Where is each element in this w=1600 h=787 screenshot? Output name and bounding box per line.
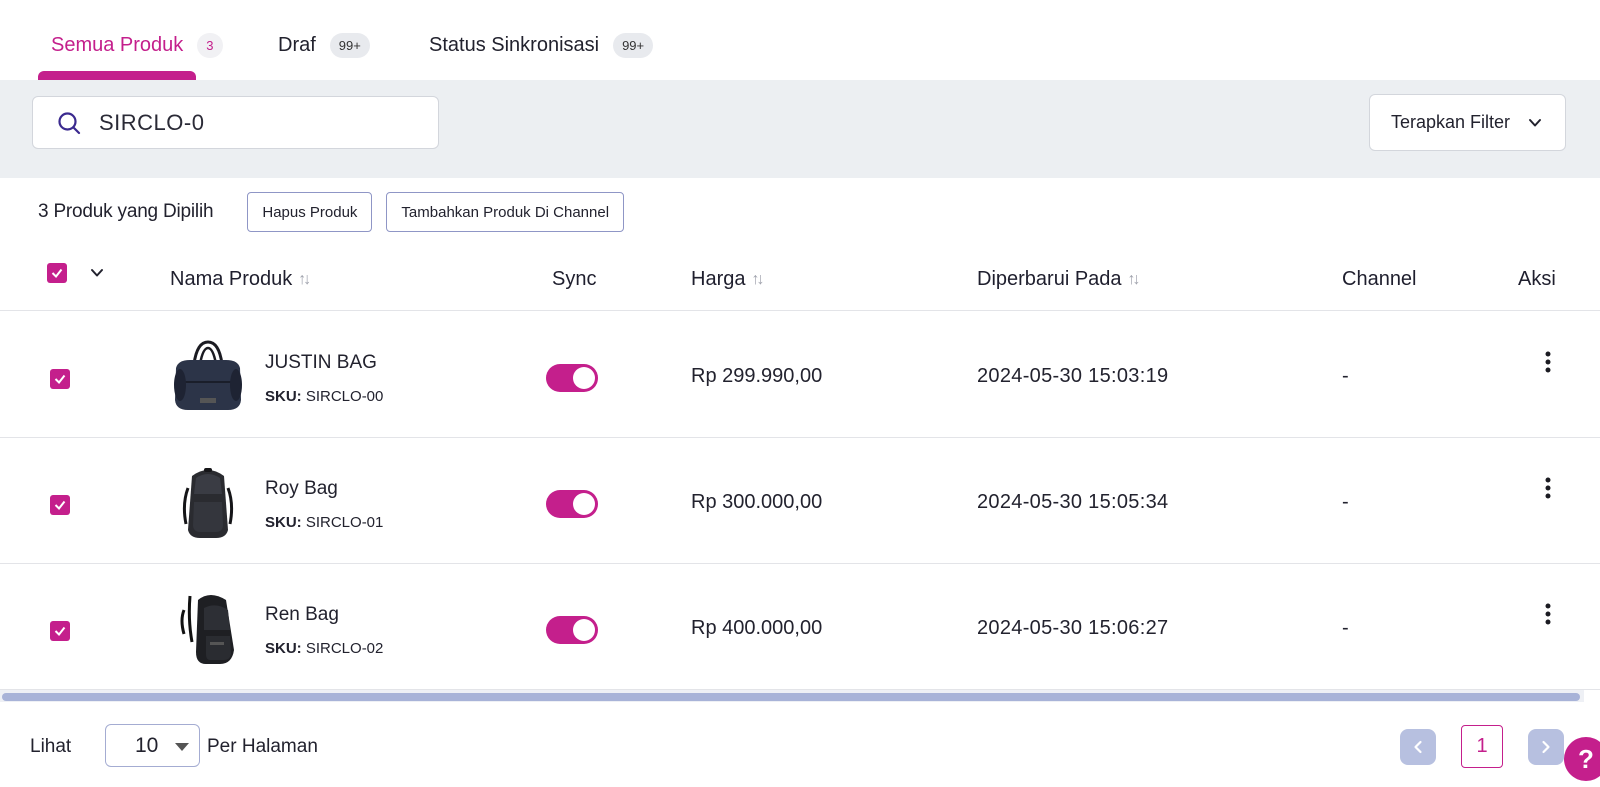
row-checkbox[interactable] bbox=[50, 369, 70, 389]
view-label: Lihat bbox=[30, 736, 72, 757]
chevron-right-icon bbox=[1542, 740, 1550, 754]
backpack-thumbnail bbox=[182, 468, 234, 538]
sync-toggle[interactable] bbox=[546, 490, 598, 518]
selected-count: 3 Produk yang Dipilih bbox=[38, 201, 214, 222]
table-row: Ren Bag SKU: SIRCLO-02 Rp 400.000,00 202… bbox=[0, 564, 1600, 690]
sort-icon[interactable]: ↑↓ bbox=[751, 271, 764, 289]
pagination-footer: Lihat 10 Per Halaman 1 bbox=[0, 702, 1600, 787]
tab-count-badge: 99+ bbox=[613, 32, 654, 58]
check-icon bbox=[54, 374, 66, 385]
column-label: Harga bbox=[691, 268, 746, 290]
sku-value: SIRCLO-02 bbox=[305, 640, 384, 657]
add-to-channel-button[interactable]: Tambahkan Produk Di Channel bbox=[386, 192, 625, 232]
page-size-value: 10 bbox=[135, 733, 159, 757]
horizontal-scrollbar[interactable] bbox=[0, 690, 1584, 702]
updated-at: 2024-05-30 15:06:27 bbox=[977, 617, 1169, 639]
delete-products-button[interactable]: Hapus Produk bbox=[247, 192, 373, 232]
caret-down-icon bbox=[175, 743, 189, 751]
product-name[interactable]: JUSTIN BAG bbox=[265, 352, 377, 374]
product-sku: SKU: SIRCLO-00 bbox=[265, 388, 383, 405]
column-name-header[interactable]: Nama Produk ↑↓ bbox=[170, 268, 311, 291]
sku-label: SKU: bbox=[265, 640, 302, 657]
tab-status-sinkronisasi[interactable]: Status Sinkronisasi 99+ bbox=[429, 28, 654, 62]
product-sku: SKU: SIRCLO-01 bbox=[265, 514, 383, 531]
page-number-button[interactable]: 1 bbox=[1461, 725, 1503, 768]
toggle-knob bbox=[573, 493, 595, 515]
prev-page-button[interactable] bbox=[1400, 729, 1436, 765]
tab-label: Semua Produk bbox=[51, 33, 184, 56]
tab-label: Status Sinkronisasi bbox=[429, 33, 600, 56]
column-label: Nama Produk bbox=[170, 268, 293, 290]
sync-toggle[interactable] bbox=[546, 364, 598, 392]
product-name[interactable]: Ren Bag bbox=[265, 604, 339, 626]
sync-toggle[interactable] bbox=[546, 616, 598, 644]
bulk-action-bar: 3 Produk yang Dipilih Hapus Produk Tamba… bbox=[38, 192, 638, 232]
updated-at: 2024-05-30 15:03:19 bbox=[977, 365, 1169, 387]
sort-icon[interactable]: ↑↓ bbox=[298, 271, 311, 289]
tab-draf[interactable]: Draf 99+ bbox=[278, 28, 370, 62]
apply-filter-label: Terapkan Filter bbox=[1391, 112, 1511, 132]
row-checkbox[interactable] bbox=[50, 495, 70, 515]
check-icon bbox=[54, 626, 66, 637]
per-page-label: Per Halaman bbox=[207, 736, 318, 757]
tab-count-badge: 3 bbox=[197, 32, 223, 58]
sku-value: SIRCLO-01 bbox=[305, 514, 384, 531]
check-icon bbox=[54, 500, 66, 511]
help-button[interactable]: ? bbox=[1564, 737, 1600, 781]
column-price-header[interactable]: Harga ↑↓ bbox=[691, 268, 764, 291]
toggle-knob bbox=[573, 619, 595, 641]
search-icon bbox=[58, 111, 81, 134]
more-actions-icon[interactable] bbox=[1536, 474, 1560, 502]
chevron-left-icon bbox=[1414, 740, 1422, 754]
product-sku: SKU: SIRCLO-02 bbox=[265, 640, 383, 657]
product-price: Rp 299.990,00 bbox=[691, 365, 823, 387]
duffel-bag-thumbnail bbox=[174, 340, 242, 410]
sort-icon[interactable]: ↑↓ bbox=[1128, 271, 1141, 289]
chevron-down-icon bbox=[1529, 119, 1541, 127]
column-sync-header: Sync bbox=[552, 268, 596, 291]
more-actions-icon[interactable] bbox=[1536, 348, 1560, 376]
tab-semua-produk[interactable]: Semua Produk 3 bbox=[51, 28, 223, 62]
search-input[interactable] bbox=[99, 109, 399, 136]
toggle-knob bbox=[573, 367, 595, 389]
channel-value: - bbox=[1342, 491, 1349, 513]
column-label: Diperbarui Pada bbox=[977, 268, 1122, 290]
product-price: Rp 400.000,00 bbox=[691, 617, 823, 639]
select-all-checkbox[interactable] bbox=[47, 263, 67, 283]
more-actions-icon[interactable] bbox=[1536, 600, 1560, 628]
row-checkbox[interactable] bbox=[50, 621, 70, 641]
apply-filter-button[interactable]: Terapkan Filter bbox=[1369, 94, 1566, 151]
hiking-backpack-thumbnail bbox=[180, 595, 234, 664]
tab-label: Draf bbox=[278, 33, 316, 56]
channel-value: - bbox=[1342, 617, 1349, 639]
column-updated-header[interactable]: Diperbarui Pada ↑↓ bbox=[977, 268, 1141, 291]
active-tab-indicator bbox=[38, 71, 196, 80]
page-size-select[interactable]: 10 bbox=[105, 724, 200, 767]
scrollbar-thumb[interactable] bbox=[2, 693, 1580, 701]
search-box[interactable] bbox=[32, 96, 439, 149]
column-label: Aksi bbox=[1518, 268, 1556, 290]
updated-at: 2024-05-30 15:05:34 bbox=[977, 491, 1169, 513]
column-action-header: Aksi bbox=[1518, 268, 1556, 291]
table-row: JUSTIN BAG SKU: SIRCLO-00 Rp 299.990,00 … bbox=[0, 312, 1600, 438]
table-row: Roy Bag SKU: SIRCLO-01 Rp 300.000,00 202… bbox=[0, 438, 1600, 564]
table-header: Nama Produk ↑↓ Sync Harga ↑↓ Diperbarui … bbox=[0, 255, 1600, 311]
column-label: Channel bbox=[1342, 268, 1417, 290]
tab-bar: Semua Produk 3 Draf 99+ Status Sinkronis… bbox=[0, 0, 1600, 80]
bulk-select-chevron-icon[interactable] bbox=[89, 265, 105, 281]
product-name[interactable]: Roy Bag bbox=[265, 478, 338, 500]
product-price: Rp 300.000,00 bbox=[691, 491, 823, 513]
sku-label: SKU: bbox=[265, 388, 302, 405]
check-icon bbox=[51, 268, 63, 279]
sku-label: SKU: bbox=[265, 514, 302, 531]
column-channel-header: Channel bbox=[1342, 268, 1417, 291]
sku-value: SIRCLO-00 bbox=[305, 388, 384, 405]
tab-count-badge: 99+ bbox=[329, 32, 370, 58]
channel-value: - bbox=[1342, 365, 1349, 387]
next-page-button[interactable] bbox=[1528, 729, 1564, 765]
column-label: Sync bbox=[552, 268, 597, 290]
